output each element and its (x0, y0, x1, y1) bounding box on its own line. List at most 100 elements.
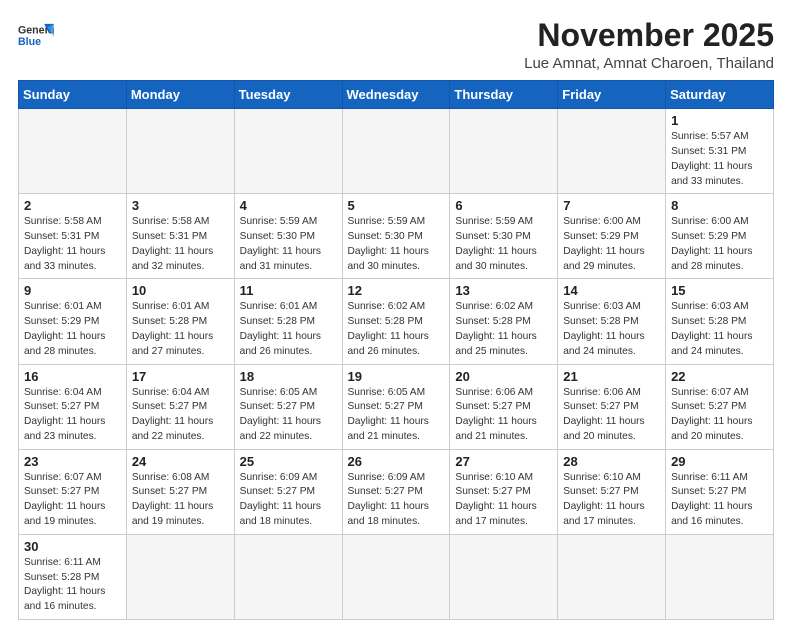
logo: General Blue (18, 22, 54, 52)
day-info: Sunrise: 6:05 AM Sunset: 5:27 PM Dayligh… (348, 386, 445, 445)
calendar-cell: 15 Sunrise: 6:03 AM Sunset: 5:28 PM Dayli… (666, 279, 774, 364)
calendar-cell: 1 Sunrise: 5:57 AM Sunset: 5:31 PM Daylig… (666, 109, 774, 194)
day-number: 27 (455, 454, 552, 469)
calendar-cell: 8 Sunrise: 6:00 AM Sunset: 5:29 PM Daylig… (666, 194, 774, 279)
day-number: 24 (132, 454, 229, 469)
day-number: 1 (671, 113, 768, 128)
day-info: Sunrise: 6:06 AM Sunset: 5:27 PM Dayligh… (455, 386, 552, 445)
day-number: 8 (671, 198, 768, 213)
calendar-cell: 3Sunrise: 5:58 AM Sunset: 5:31 PM Daylig… (126, 194, 234, 279)
day-info: Sunrise: 6:00 AM Sunset: 5:29 PM Dayligh… (671, 215, 768, 274)
calendar-page: General Blue November 2025 Lue Amnat, Am… (0, 0, 792, 630)
calendar-cell (126, 109, 234, 194)
calendar-cell: 25Sunrise: 6:09 AM Sunset: 5:27 PM Dayli… (234, 449, 342, 534)
calendar-cell (558, 534, 666, 619)
day-number: 9 (24, 283, 121, 298)
calendar-week-row: 2Sunrise: 5:58 AM Sunset: 5:31 PM Daylig… (19, 194, 774, 279)
day-info: Sunrise: 6:06 AM Sunset: 5:27 PM Dayligh… (563, 386, 660, 445)
day-number: 19 (348, 369, 445, 384)
day-info: Sunrise: 6:11 AM Sunset: 5:27 PM Dayligh… (671, 471, 768, 530)
day-number: 15 (671, 283, 768, 298)
calendar-week-row: 23Sunrise: 6:07 AM Sunset: 5:27 PM Dayli… (19, 449, 774, 534)
calendar-cell: 22Sunrise: 6:07 AM Sunset: 5:27 PM Dayli… (666, 364, 774, 449)
day-number: 10 (132, 283, 229, 298)
day-number: 16 (24, 369, 121, 384)
calendar-cell: 11 Sunrise: 6:01 AM Sunset: 5:28 PM Dayli… (234, 279, 342, 364)
calendar-cell (450, 534, 558, 619)
day-info: Sunrise: 6:01 AM Sunset: 5:28 PM Dayligh… (240, 300, 337, 359)
location-title: Lue Amnat, Amnat Charoen, Thailand (524, 55, 774, 72)
calendar-cell (342, 534, 450, 619)
calendar-cell (234, 109, 342, 194)
day-info: Sunrise: 6:10 AM Sunset: 5:27 PM Dayligh… (563, 471, 660, 530)
day-info: Sunrise: 6:02 AM Sunset: 5:28 PM Dayligh… (348, 300, 445, 359)
col-header-wednesday: Wednesday (342, 81, 450, 109)
day-info: Sunrise: 6:10 AM Sunset: 5:27 PM Dayligh… (455, 471, 552, 530)
day-info: Sunrise: 5:57 AM Sunset: 5:31 PM Dayligh… (671, 130, 768, 189)
day-number: 17 (132, 369, 229, 384)
day-number: 20 (455, 369, 552, 384)
calendar-cell (342, 109, 450, 194)
day-info: Sunrise: 6:03 AM Sunset: 5:28 PM Dayligh… (563, 300, 660, 359)
col-header-thursday: Thursday (450, 81, 558, 109)
calendar-cell: 19 Sunrise: 6:05 AM Sunset: 5:27 PM Dayli… (342, 364, 450, 449)
day-number: 7 (563, 198, 660, 213)
day-info: Sunrise: 6:05 AM Sunset: 5:27 PM Dayligh… (240, 386, 337, 445)
calendar-cell: 29 Sunrise: 6:11 AM Sunset: 5:27 PM Dayli… (666, 449, 774, 534)
calendar-cell: 24 Sunrise: 6:08 AM Sunset: 5:27 PM Dayli… (126, 449, 234, 534)
day-info: Sunrise: 5:59 AM Sunset: 5:30 PM Dayligh… (348, 215, 445, 274)
logo-icon: General Blue (18, 22, 54, 52)
calendar-cell: 20 Sunrise: 6:06 AM Sunset: 5:27 PM Dayli… (450, 364, 558, 449)
calendar-cell: 18 Sunrise: 6:05 AM Sunset: 5:27 PM Dayli… (234, 364, 342, 449)
calendar-cell: 23Sunrise: 6:07 AM Sunset: 5:27 PM Dayli… (19, 449, 127, 534)
day-info: Sunrise: 6:11 AM Sunset: 5:28 PM Dayligh… (24, 556, 121, 615)
day-number: 26 (348, 454, 445, 469)
day-number: 30 (24, 539, 121, 554)
day-number: 4 (240, 198, 337, 213)
calendar-cell: 2Sunrise: 5:58 AM Sunset: 5:31 PM Daylig… (19, 194, 127, 279)
day-info: Sunrise: 6:00 AM Sunset: 5:29 PM Dayligh… (563, 215, 660, 274)
col-header-sunday: Sunday (19, 81, 127, 109)
calendar-cell: 5 Sunrise: 5:59 AM Sunset: 5:30 PM Daylig… (342, 194, 450, 279)
calendar-cell: 7 Sunrise: 6:00 AM Sunset: 5:29 PM Daylig… (558, 194, 666, 279)
day-number: 13 (455, 283, 552, 298)
calendar-week-row: 9 Sunrise: 6:01 AM Sunset: 5:29 PM Daylig… (19, 279, 774, 364)
calendar-cell (558, 109, 666, 194)
title-block: November 2025 Lue Amnat, Amnat Charoen, … (524, 18, 774, 72)
calendar-cell: 28Sunrise: 6:10 AM Sunset: 5:27 PM Dayli… (558, 449, 666, 534)
day-info: Sunrise: 5:59 AM Sunset: 5:30 PM Dayligh… (240, 215, 337, 274)
calendar-cell: 26 Sunrise: 6:09 AM Sunset: 5:27 PM Dayli… (342, 449, 450, 534)
day-info: Sunrise: 6:07 AM Sunset: 5:27 PM Dayligh… (24, 471, 121, 530)
day-info: Sunrise: 6:04 AM Sunset: 5:27 PM Dayligh… (24, 386, 121, 445)
calendar-cell: 13Sunrise: 6:02 AM Sunset: 5:28 PM Dayli… (450, 279, 558, 364)
calendar-cell: 14 Sunrise: 6:03 AM Sunset: 5:28 PM Dayli… (558, 279, 666, 364)
day-number: 12 (348, 283, 445, 298)
calendar-cell: 17 Sunrise: 6:04 AM Sunset: 5:27 PM Dayli… (126, 364, 234, 449)
calendar-week-row: 30 Sunrise: 6:11 AM Sunset: 5:28 PM Dayli… (19, 534, 774, 619)
calendar-cell: 27 Sunrise: 6:10 AM Sunset: 5:27 PM Dayli… (450, 449, 558, 534)
day-info: Sunrise: 6:01 AM Sunset: 5:29 PM Dayligh… (24, 300, 121, 359)
calendar-cell: 30 Sunrise: 6:11 AM Sunset: 5:28 PM Dayli… (19, 534, 127, 619)
day-number: 11 (240, 283, 337, 298)
day-number: 18 (240, 369, 337, 384)
header: General Blue November 2025 Lue Amnat, Am… (18, 18, 774, 72)
day-info: Sunrise: 5:58 AM Sunset: 5:31 PM Dayligh… (132, 215, 229, 274)
day-info: Sunrise: 6:04 AM Sunset: 5:27 PM Dayligh… (132, 386, 229, 445)
month-title: November 2025 (524, 18, 774, 53)
col-header-tuesday: Tuesday (234, 81, 342, 109)
calendar-cell: 6Sunrise: 5:59 AM Sunset: 5:30 PM Daylig… (450, 194, 558, 279)
calendar-cell: 9 Sunrise: 6:01 AM Sunset: 5:29 PM Daylig… (19, 279, 127, 364)
day-number: 25 (240, 454, 337, 469)
day-info: Sunrise: 6:01 AM Sunset: 5:28 PM Dayligh… (132, 300, 229, 359)
day-number: 29 (671, 454, 768, 469)
day-info: Sunrise: 6:03 AM Sunset: 5:28 PM Dayligh… (671, 300, 768, 359)
day-number: 14 (563, 283, 660, 298)
calendar-cell (666, 534, 774, 619)
day-info: Sunrise: 6:09 AM Sunset: 5:27 PM Dayligh… (348, 471, 445, 530)
calendar-week-row: 1 Sunrise: 5:57 AM Sunset: 5:31 PM Daylig… (19, 109, 774, 194)
calendar-cell (450, 109, 558, 194)
day-number: 5 (348, 198, 445, 213)
day-number: 22 (671, 369, 768, 384)
day-info: Sunrise: 6:08 AM Sunset: 5:27 PM Dayligh… (132, 471, 229, 530)
col-header-friday: Friday (558, 81, 666, 109)
